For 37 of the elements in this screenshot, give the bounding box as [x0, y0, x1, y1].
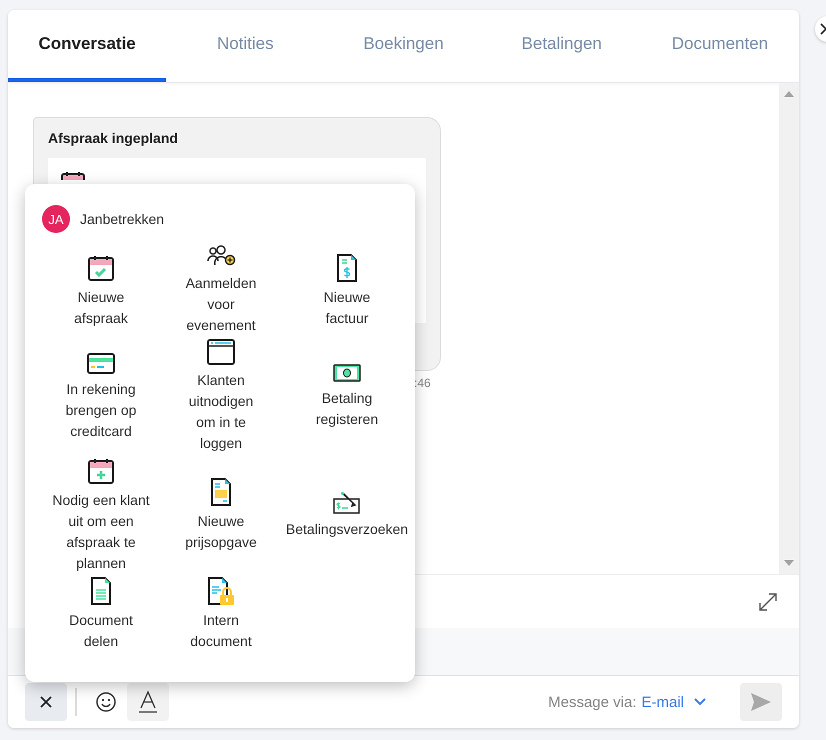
action-item[interactable]: Intern document [181, 576, 261, 652]
send-icon [750, 692, 772, 712]
action-item[interactable]: In rekening brengen op creditcard [51, 350, 151, 442]
user-avatar: JA [42, 205, 70, 233]
user-name: Janbetrekken [80, 211, 164, 227]
message-title: Afspraak ingepland [48, 130, 179, 146]
tab[interactable]: Conversatie [8, 10, 166, 82]
credit-card-icon [86, 350, 116, 374]
action-item[interactable]: Klanten uitnodigen om in te loggen [179, 338, 263, 454]
chevron-down-icon [694, 698, 706, 706]
smiley-icon [95, 691, 117, 713]
text-format-button[interactable] [127, 683, 169, 721]
action-item[interactable]: Betalingsverzoeken [282, 490, 412, 540]
action-item[interactable]: Aanmelden voor evenement [176, 245, 266, 336]
message-via-label: Message via: [548, 694, 636, 710]
calendar-icon [60, 170, 86, 180]
action-item[interactable]: Nodig een klant uit om een afspraak te plannen [51, 456, 151, 574]
scrollbar[interactable] [779, 83, 799, 574]
quote-document-icon [209, 477, 233, 507]
browser-window-icon [206, 338, 236, 366]
action-item[interactable]: Document delen [61, 576, 141, 652]
close-icon [40, 696, 52, 708]
action-item[interactable]: Nieuwe prijsopgave [171, 477, 271, 553]
action-item[interactable]: Nieuwe factuur [317, 252, 377, 328]
message-time: :46 [414, 376, 431, 390]
invoice-dollar-icon [335, 252, 359, 282]
locked-document-icon [206, 576, 236, 606]
calendar-plus-icon [86, 456, 116, 486]
channel-dropdown[interactable]: E-mail [641, 694, 706, 710]
expand-icon[interactable] [757, 590, 779, 612]
close-button[interactable] [25, 683, 67, 721]
text-format-icon [137, 690, 159, 714]
document-icon [89, 576, 113, 606]
cheque-pen-icon [332, 490, 362, 514]
action-item[interactable]: Betaling registeren [307, 362, 387, 430]
banknote-icon [332, 362, 362, 384]
action-item[interactable]: Nieuwe afspraak [61, 252, 141, 328]
